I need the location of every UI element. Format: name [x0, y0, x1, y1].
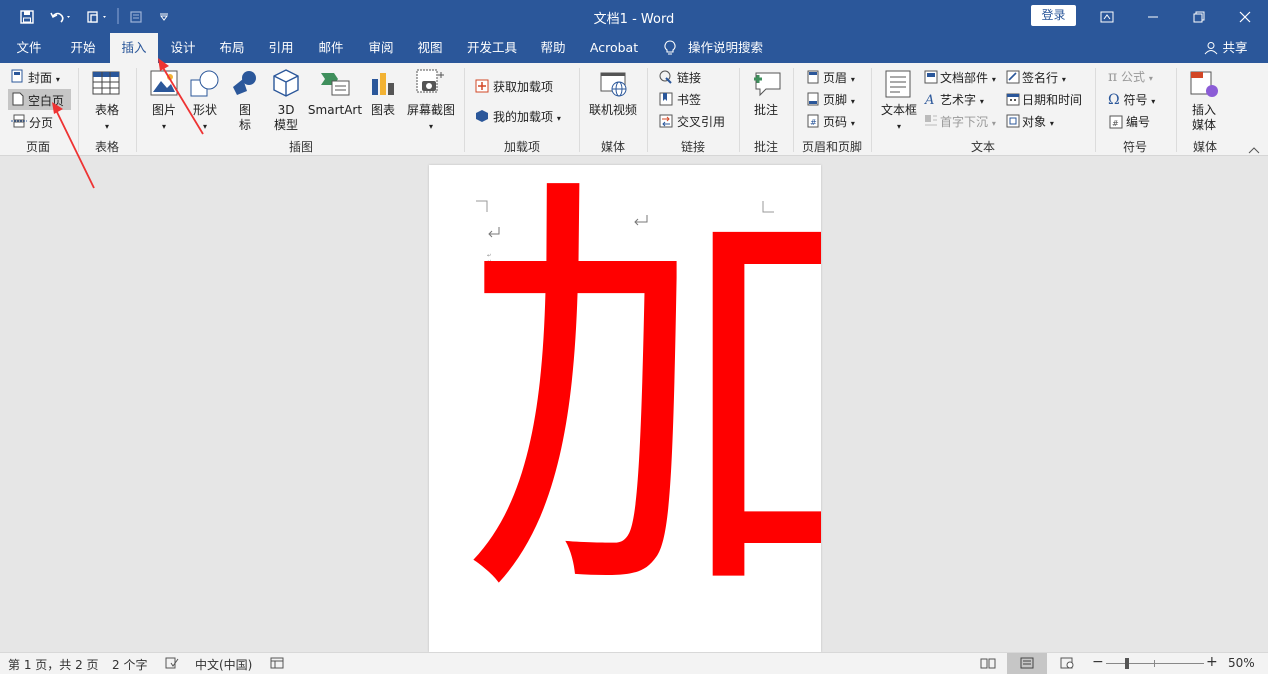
- read-mode-icon[interactable]: [980, 657, 996, 672]
- zoom-slider-track[interactable]: [1106, 663, 1204, 664]
- language[interactable]: 中文(中国): [195, 656, 252, 673]
- annotation-arrows: [52, 58, 204, 189]
- zoom-slider-thumb[interactable]: [1125, 658, 1130, 669]
- web-layout-icon[interactable]: [1060, 657, 1074, 672]
- macro-icon[interactable]: [270, 657, 284, 672]
- status-bar: 第 1 页，共 2 页 2 个字 中文(中国) − + 50%: [0, 652, 1268, 674]
- zoom-in-button[interactable]: +: [1206, 654, 1218, 670]
- zoom-level[interactable]: 50%: [1228, 656, 1255, 670]
- arrowhead: [158, 58, 169, 71]
- proofing-icon[interactable]: [165, 657, 179, 672]
- zoom-out-button[interactable]: −: [1092, 654, 1104, 670]
- word-count[interactable]: 2 个字: [112, 656, 147, 673]
- arrow-to-insert-tab: [161, 65, 204, 135]
- print-layout-button[interactable]: [1007, 653, 1047, 674]
- page-count[interactable]: 第 1 页，共 2 页: [8, 656, 99, 673]
- zoom-slider-center-tick: [1154, 660, 1155, 667]
- print-layout-icon: [1020, 657, 1034, 669]
- arrow-to-blank-page: [55, 109, 95, 189]
